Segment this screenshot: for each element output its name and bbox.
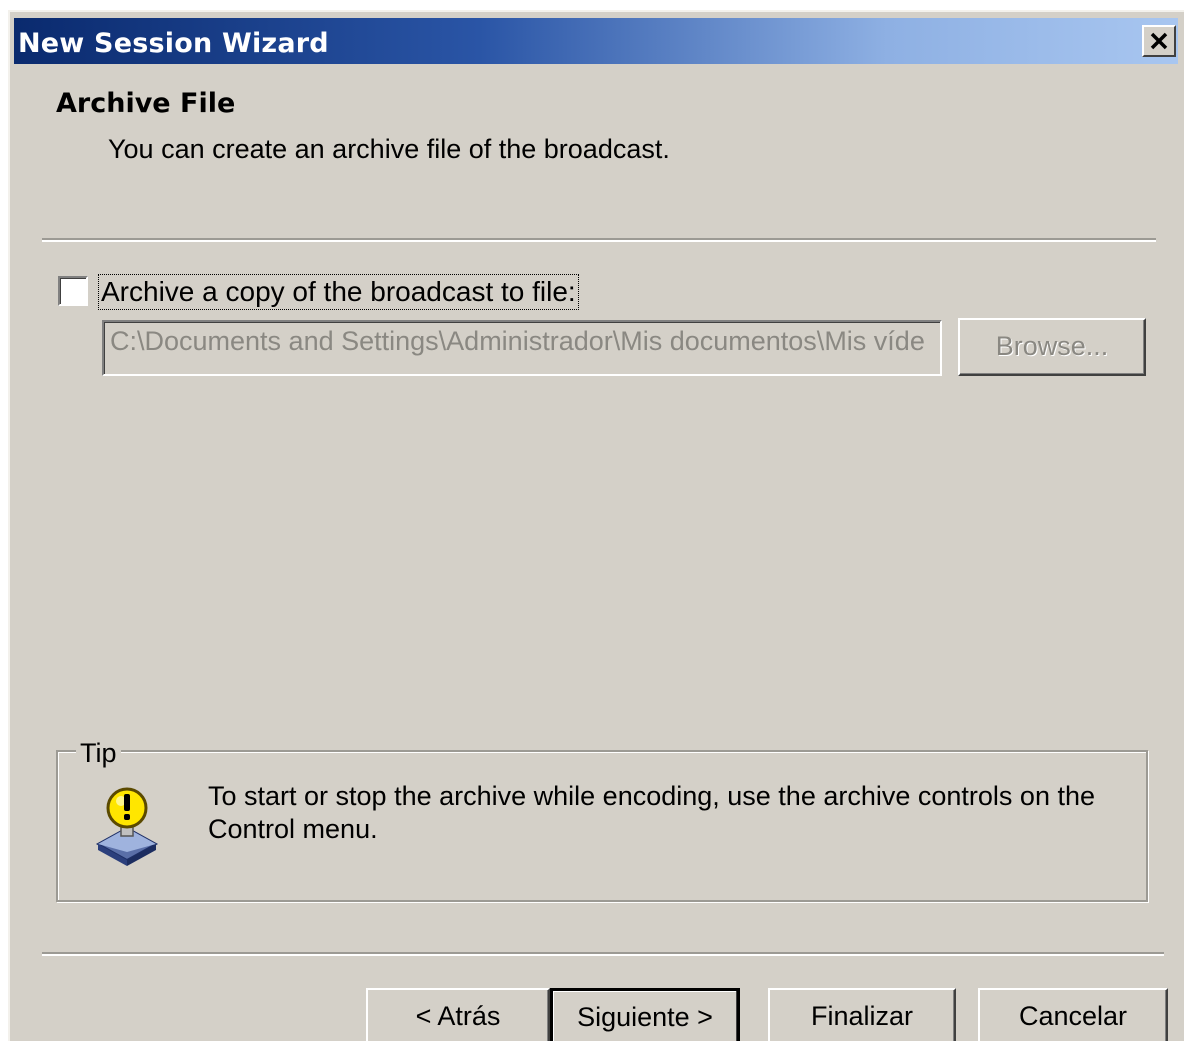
- header-separator: [42, 238, 1156, 242]
- footer-separator: [42, 952, 1164, 956]
- close-button[interactable]: [1142, 25, 1176, 57]
- window-title: New Session Wizard: [18, 28, 329, 59]
- warning-bulb-icon: [95, 787, 159, 866]
- tip-legend: Tip: [76, 738, 121, 768]
- archive-checkbox[interactable]: [58, 276, 88, 306]
- archive-checkbox-label[interactable]: Archive a copy of the broadcast to file:: [98, 274, 579, 310]
- tip-text: To start or stop the archive while encod…: [208, 781, 1095, 844]
- wizard-dialog: New Session Wizard Archive File You can …: [8, 10, 1184, 1041]
- next-button[interactable]: Siguiente >: [550, 988, 740, 1041]
- archive-path-input[interactable]: C:\Documents and Settings\Administrador\…: [102, 320, 942, 376]
- page-title: Archive File: [56, 88, 236, 119]
- finish-button[interactable]: Finalizar: [768, 988, 956, 1041]
- title-bar[interactable]: New Session Wizard: [14, 18, 1178, 64]
- cancel-button[interactable]: Cancelar: [978, 988, 1168, 1041]
- page-subtitle: You can create an archive file of the br…: [108, 134, 670, 164]
- browse-button[interactable]: Browse...: [958, 318, 1146, 376]
- close-icon: [1150, 32, 1168, 50]
- back-button[interactable]: < Atrás: [366, 988, 550, 1041]
